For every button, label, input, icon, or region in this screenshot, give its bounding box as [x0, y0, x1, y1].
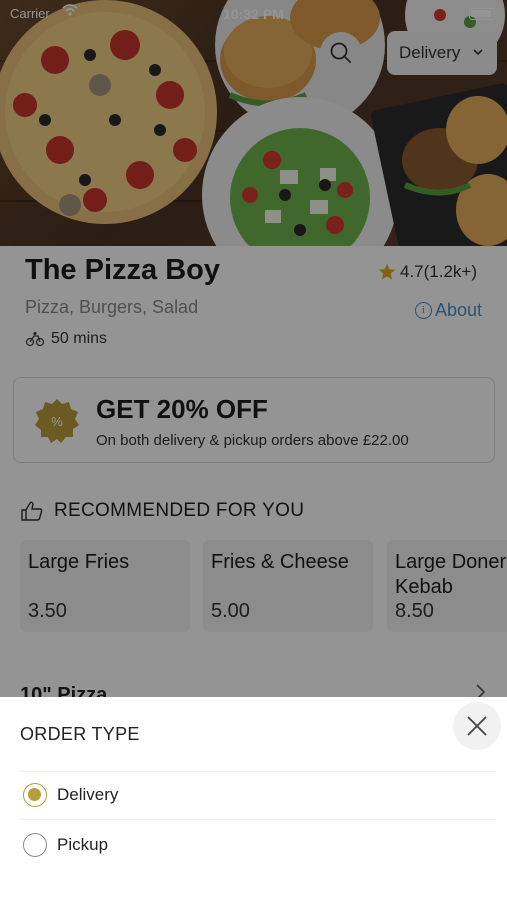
sheet-title: ORDER TYPE [20, 724, 140, 744]
divider [20, 819, 495, 820]
order-type-option-pickup[interactable]: Pickup [20, 823, 495, 867]
option-label: Pickup [57, 835, 109, 854]
radio-selected[interactable] [23, 783, 47, 807]
option-label: Delivery [57, 785, 119, 804]
close-icon [467, 716, 487, 736]
close-button[interactable] [453, 702, 501, 750]
order-type-option-delivery[interactable]: Delivery [20, 773, 495, 817]
radio-unselected[interactable] [23, 833, 47, 857]
divider [20, 771, 495, 772]
order-type-sheet: ORDER TYPE Delivery Pickup [0, 697, 507, 900]
